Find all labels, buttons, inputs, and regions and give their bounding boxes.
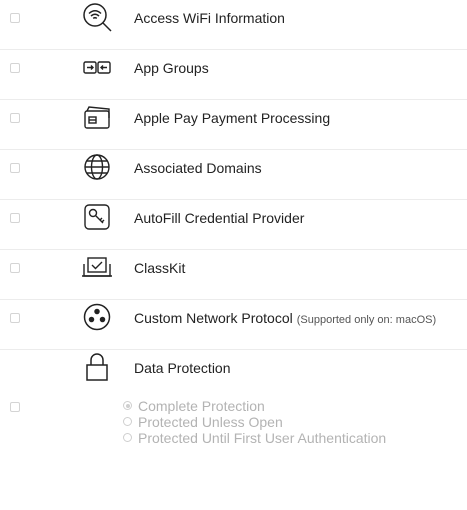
key-icon <box>80 200 114 234</box>
radio-button[interactable] <box>123 433 132 442</box>
app-groups-icon <box>80 50 114 84</box>
data-protection-options: Complete Protection Protected Unless Ope… <box>123 398 386 446</box>
globe-icon <box>80 150 114 184</box>
radio-option-first-auth[interactable]: Protected Until First User Authenticatio… <box>123 430 386 446</box>
radio-option-complete[interactable]: Complete Protection <box>123 398 386 414</box>
capability-checkbox[interactable] <box>10 263 20 273</box>
radio-label: Complete Protection <box>138 398 265 414</box>
capability-row-app-groups: App Groups <box>0 50 467 100</box>
capability-checkbox[interactable] <box>10 63 20 73</box>
capability-label: Access WiFi Information <box>134 10 285 26</box>
capability-row-access-wifi: Access WiFi Information <box>0 0 467 50</box>
capability-row-apple-pay: Apple Pay Payment Processing <box>0 100 467 150</box>
capability-checkbox[interactable] <box>10 163 20 173</box>
capability-label: App Groups <box>134 60 209 76</box>
radio-label: Protected Until First User Authenticatio… <box>138 430 387 446</box>
apple-pay-card-icon <box>80 100 114 134</box>
capability-checkbox[interactable] <box>10 402 20 412</box>
capability-checkbox[interactable] <box>10 213 20 223</box>
capability-row-autofill: AutoFill Credential Provider <box>0 200 467 250</box>
capability-checkbox[interactable] <box>10 13 20 23</box>
capability-checkbox[interactable] <box>10 313 20 323</box>
capability-row-classkit: ClassKit <box>0 250 467 300</box>
wifi-search-icon <box>80 0 114 34</box>
lock-icon <box>80 350 114 384</box>
capability-label-text: Custom Network Protocol <box>134 310 293 326</box>
platform-note: (Supported only on: macOS) <box>296 314 437 326</box>
capability-label: Custom Network Protocol (Supported only o… <box>134 310 436 326</box>
capability-label: AutoFill Credential Provider <box>134 210 305 226</box>
capability-row-custom-network: Custom Network Protocol (Supported only o… <box>0 300 467 350</box>
capability-label: Data Protection <box>134 360 231 376</box>
radio-button[interactable] <box>123 417 132 426</box>
capability-row-associated-domains: Associated Domains <box>0 150 467 200</box>
radio-button[interactable] <box>123 401 132 410</box>
capability-label: Apple Pay Payment Processing <box>134 110 331 126</box>
network-protocol-icon <box>80 300 114 334</box>
capability-label: ClassKit <box>134 260 186 276</box>
classkit-icon <box>80 250 114 284</box>
radio-option-unless-open[interactable]: Protected Unless Open <box>123 414 386 430</box>
capability-label: Associated Domains <box>134 160 262 176</box>
radio-label: Protected Unless Open <box>138 414 283 430</box>
capability-checkbox[interactable] <box>10 113 20 123</box>
